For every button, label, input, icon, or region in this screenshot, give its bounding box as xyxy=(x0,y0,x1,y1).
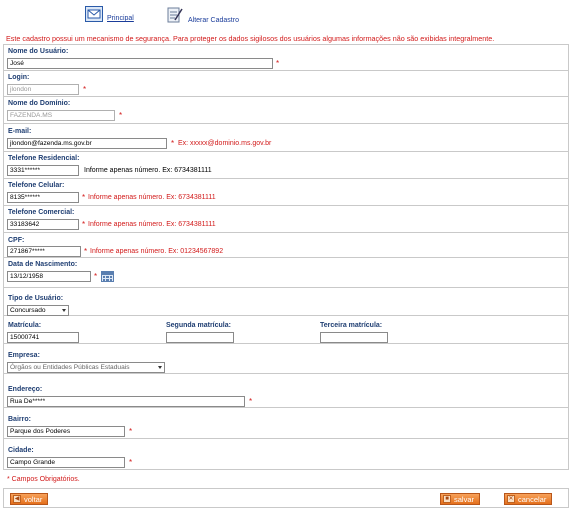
endereco-input[interactable]: Rua De***** xyxy=(7,396,245,407)
empresa-select[interactable]: Órgãos ou Entidades Públicas Estaduais xyxy=(7,362,165,373)
section-tel-celular: Telefone Celular: 8135****** * Informe a… xyxy=(4,179,568,206)
section-login: Login: jlondon * xyxy=(4,71,568,97)
required-mark: * xyxy=(129,458,133,467)
tel-comercial-hint: Informe apenas número. Ex: 6734381111 xyxy=(88,221,216,228)
section-endereco: Endereço: Rua De***** * xyxy=(4,374,568,408)
cpf-input[interactable]: 271867***** xyxy=(7,246,81,257)
section-dominio: Nome do Domínio: FAZENDA.MS * xyxy=(4,97,568,124)
required-mark: * xyxy=(249,397,253,406)
section-nascimento: Data de Nascimento: 13/12/1958 * xyxy=(4,258,568,288)
terceira-matricula-input[interactable] xyxy=(320,332,388,343)
cidade-input[interactable]: Campo Grande xyxy=(7,457,125,468)
section-empresa: Empresa: Órgãos ou Entidades Públicas Es… xyxy=(4,344,568,374)
cancelar-button[interactable]: ✕ cancelar xyxy=(504,493,553,505)
label-cpf: CPF: xyxy=(8,237,25,244)
label-tel-comercial: Telefone Comercial: xyxy=(8,209,75,216)
section-cidade: Cidade: Campo Grande * xyxy=(4,439,568,470)
label-tel-celular: Telefone Celular: xyxy=(8,182,65,189)
label-cidade: Cidade: xyxy=(8,447,34,454)
section-tel-comercial: Telefone Comercial: 33183642 * Informe a… xyxy=(4,206,568,233)
section-cpf: CPF: 271867***** * Informe apenas número… xyxy=(4,233,568,258)
close-icon: ✕ xyxy=(507,495,515,503)
nav-alterar-label: Alterar Cadastro xyxy=(188,17,239,24)
user-form: Nome do Usuário: José * Login: jlondon *… xyxy=(3,44,569,470)
tel-celular-hint: Informe apenas número. Ex: 6734381111 xyxy=(88,194,216,201)
label-tipo-usuario: Tipo de Usuário: xyxy=(8,295,64,302)
required-mark: * xyxy=(276,59,280,68)
section-nome: Nome do Usuário: José * xyxy=(4,45,568,71)
label-nascimento: Data de Nascimento: xyxy=(8,261,78,268)
email-input[interactable]: jlondon@fazenda.ms.gov.br xyxy=(7,138,167,149)
tel-comercial-input[interactable]: 33183642 xyxy=(7,219,79,230)
chevron-down-icon xyxy=(62,309,66,312)
tipo-usuario-value: Concursado xyxy=(10,307,46,314)
security-notice: Este cadastro possui um mecanismo de seg… xyxy=(6,34,495,43)
chevron-down-icon xyxy=(158,366,162,369)
tipo-usuario-select[interactable]: Concursado xyxy=(7,305,69,316)
required-mark: * xyxy=(83,85,87,94)
tel-residencial-input[interactable]: 3331****** xyxy=(7,165,79,176)
nav-alterar-cadastro-link[interactable]: Alterar Cadastro xyxy=(166,6,239,24)
salvar-label: salvar xyxy=(454,494,475,504)
back-arrow-icon: ◀ xyxy=(13,495,21,503)
bairro-input[interactable]: Parque dos Poderes xyxy=(7,426,125,437)
label-matricula: Matrícula: xyxy=(8,322,42,329)
label-empresa: Empresa: xyxy=(8,352,40,359)
tel-residencial-hint: Informe apenas número. Ex: 6734381111 xyxy=(84,167,212,174)
calendar-icon[interactable] xyxy=(101,271,114,282)
dominio-input: FAZENDA.MS xyxy=(7,110,115,121)
section-matriculas: Matrícula: 15000741 Segunda matrícula: T… xyxy=(4,316,568,344)
required-mark: * xyxy=(82,220,86,229)
label-tel-residencial: Telefone Residencial: xyxy=(8,155,80,162)
matricula-input[interactable]: 15000741 xyxy=(7,332,79,343)
required-mark: * xyxy=(129,427,133,436)
section-bairro: Bairro: Parque dos Poderes * xyxy=(4,408,568,439)
tel-celular-input[interactable]: 8135****** xyxy=(7,192,79,203)
label-bairro: Bairro: xyxy=(8,416,31,423)
required-mark: * xyxy=(119,111,123,120)
label-dominio: Nome do Domínio: xyxy=(8,100,71,107)
required-mark: * xyxy=(84,247,88,256)
nome-input[interactable]: José xyxy=(7,58,273,69)
section-tel-residencial: Telefone Residencial: 3331****** Informe… xyxy=(4,152,568,179)
voltar-button[interactable]: ◀ voltar xyxy=(10,493,49,505)
login-input: jlondon xyxy=(7,84,79,95)
edit-document-icon xyxy=(167,7,183,23)
nav-principal-link[interactable]: Principal xyxy=(85,6,134,22)
label-email: E-mail: xyxy=(8,128,32,135)
nascimento-input[interactable]: 13/12/1958 xyxy=(7,271,91,282)
voltar-label: voltar xyxy=(24,494,43,504)
envelope-icon xyxy=(85,6,103,22)
nav-principal-label: Principal xyxy=(107,15,134,22)
required-mark: * xyxy=(94,272,98,281)
label-nome: Nome do Usuário: xyxy=(8,48,69,55)
required-mark: * xyxy=(82,193,86,202)
cancelar-label: cancelar xyxy=(518,494,547,504)
required-fields-note: * Campos Obrigatórios. xyxy=(7,476,80,483)
segunda-matricula-input[interactable] xyxy=(166,332,234,343)
label-endereco: Endereço: xyxy=(8,386,43,393)
section-tipo-usuario: Tipo de Usuário: Concursado xyxy=(4,288,568,316)
empresa-value: Órgãos ou Entidades Públicas Estaduais xyxy=(10,364,130,371)
section-email: E-mail: jlondon@fazenda.ms.gov.br * Ex: … xyxy=(4,124,568,152)
cpf-hint: Informe apenas número. Ex: 01234567892 xyxy=(90,248,224,255)
label-segunda-matricula: Segunda matrícula: xyxy=(166,322,231,329)
email-hint: Ex: xxxxx@dominio.ms.gov.br xyxy=(178,140,272,147)
required-mark: * xyxy=(171,139,175,148)
top-navigation: Principal Alterar Cadastro xyxy=(0,0,571,30)
label-login: Login: xyxy=(8,74,30,81)
salvar-button[interactable]: ■ salvar xyxy=(440,493,481,505)
save-icon: ■ xyxy=(443,495,451,503)
label-terceira-matricula: Terceira matrícula: xyxy=(320,322,383,329)
button-bar: ◀ voltar ■ salvar ✕ cancelar xyxy=(3,488,569,508)
